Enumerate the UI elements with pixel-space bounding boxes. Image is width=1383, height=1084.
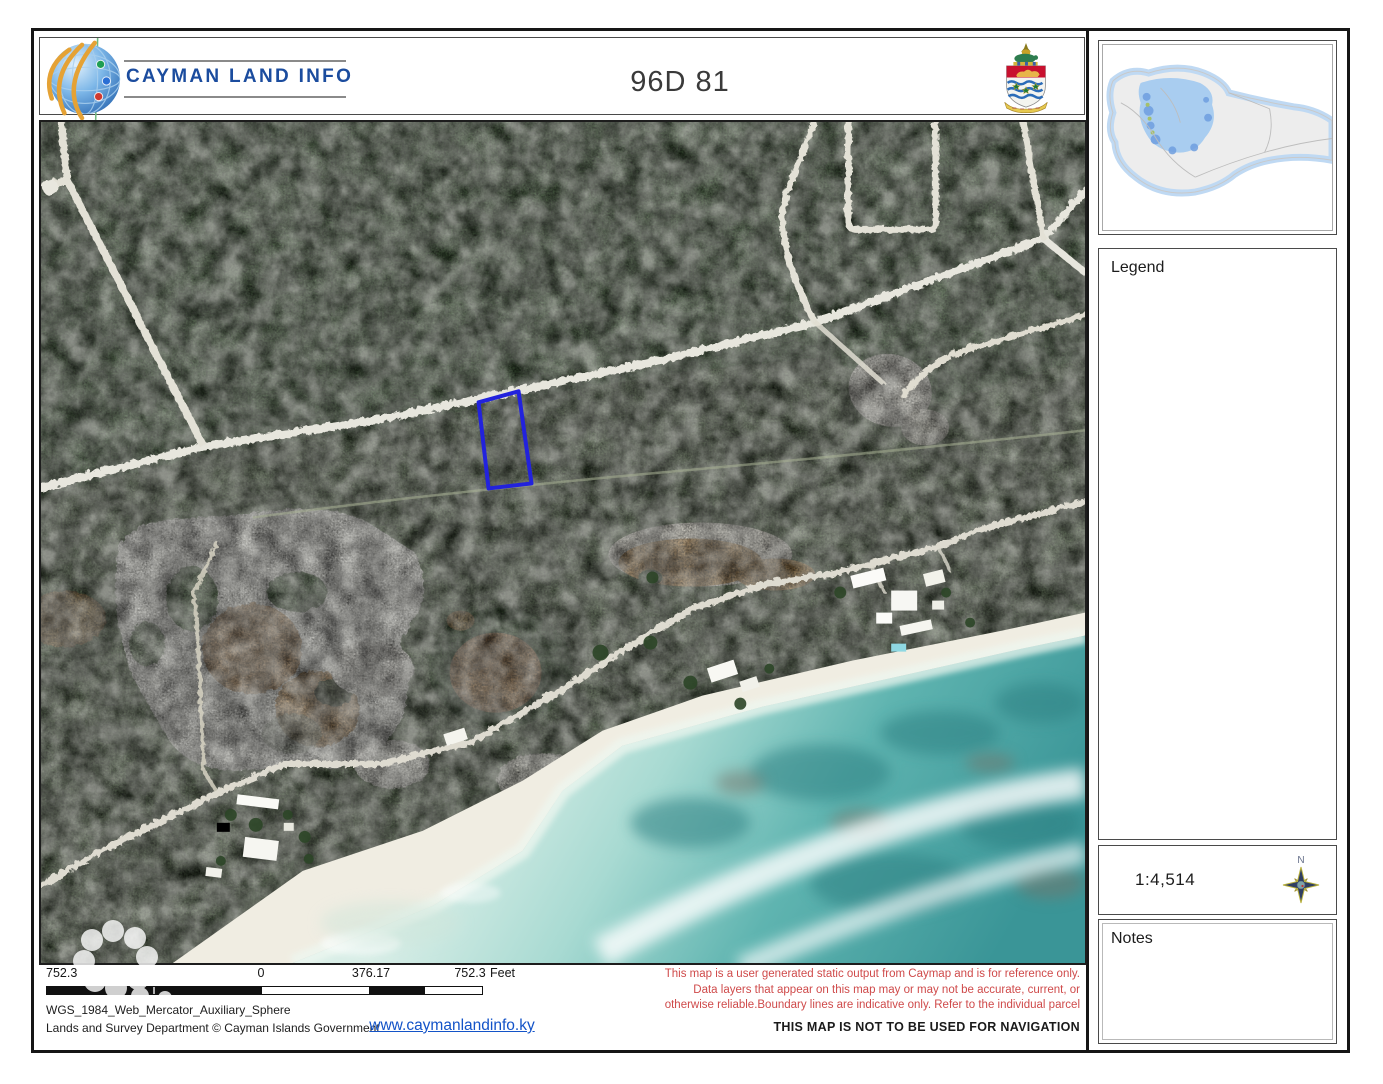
logo-rule-top <box>124 60 346 62</box>
grand-cayman-inset-icon <box>1103 45 1332 230</box>
scale-panel: 1:4,514 N <box>1098 845 1337 915</box>
notes-title: Notes <box>1111 930 1153 948</box>
cayman-coat-of-arms-icon <box>993 41 1059 113</box>
navigation-warning: THIS MAP IS NOT TO BE USED FOR NAVIGATIO… <box>520 1020 1080 1034</box>
projection-text: WGS_1984_Web_Mercator_Auxiliary_Sphere <box>46 1003 291 1017</box>
scalebar-segment <box>47 987 153 994</box>
scalebar-label-right: 752.3 <box>445 966 495 980</box>
notes-panel: Notes <box>1098 919 1337 1044</box>
scalebar <box>46 986 483 995</box>
legend-panel: Legend <box>1098 248 1337 840</box>
disclaimer-line: This map is a user generated static outp… <box>520 967 1080 983</box>
scalebar-segment <box>425 987 482 994</box>
scalebar-label-mid: 376.17 <box>346 966 396 980</box>
disclaimer-line: otherwise reliable.Boundary lines are in… <box>520 998 1080 1014</box>
scalebar-label-zero: 0 <box>251 966 271 980</box>
disclaimer-text: This map is a user generated static outp… <box>520 967 1080 1014</box>
scale-ratio: 1:4,514 <box>1135 870 1195 890</box>
copyright-text: Lands and Survey Department © Cayman Isl… <box>46 1021 380 1035</box>
logo-rule-bottom <box>124 96 346 98</box>
north-arrow-icon: N <box>1278 850 1324 910</box>
scalebar-segment <box>262 987 369 994</box>
scalebar-unit: Feet <box>490 966 515 980</box>
disclaimer-line: Data layers that appear on this map may … <box>520 983 1080 999</box>
inset-map-frame <box>1102 44 1333 231</box>
scalebar-segment <box>369 987 425 994</box>
legend-title: Legend <box>1111 259 1164 277</box>
map-viewport <box>39 120 1087 965</box>
north-label: N <box>1297 855 1304 866</box>
scalebar-label-left: 752.3 <box>46 966 77 980</box>
logo-wordmark: CAYMAN LAND INFO <box>126 66 356 88</box>
page-title: 96D 81 <box>545 66 815 99</box>
cayman-land-info-logo-icon <box>42 38 124 120</box>
aerial-imagery <box>41 122 1085 963</box>
scalebar-segment <box>155 987 262 994</box>
overview-inset-map <box>1098 40 1337 235</box>
